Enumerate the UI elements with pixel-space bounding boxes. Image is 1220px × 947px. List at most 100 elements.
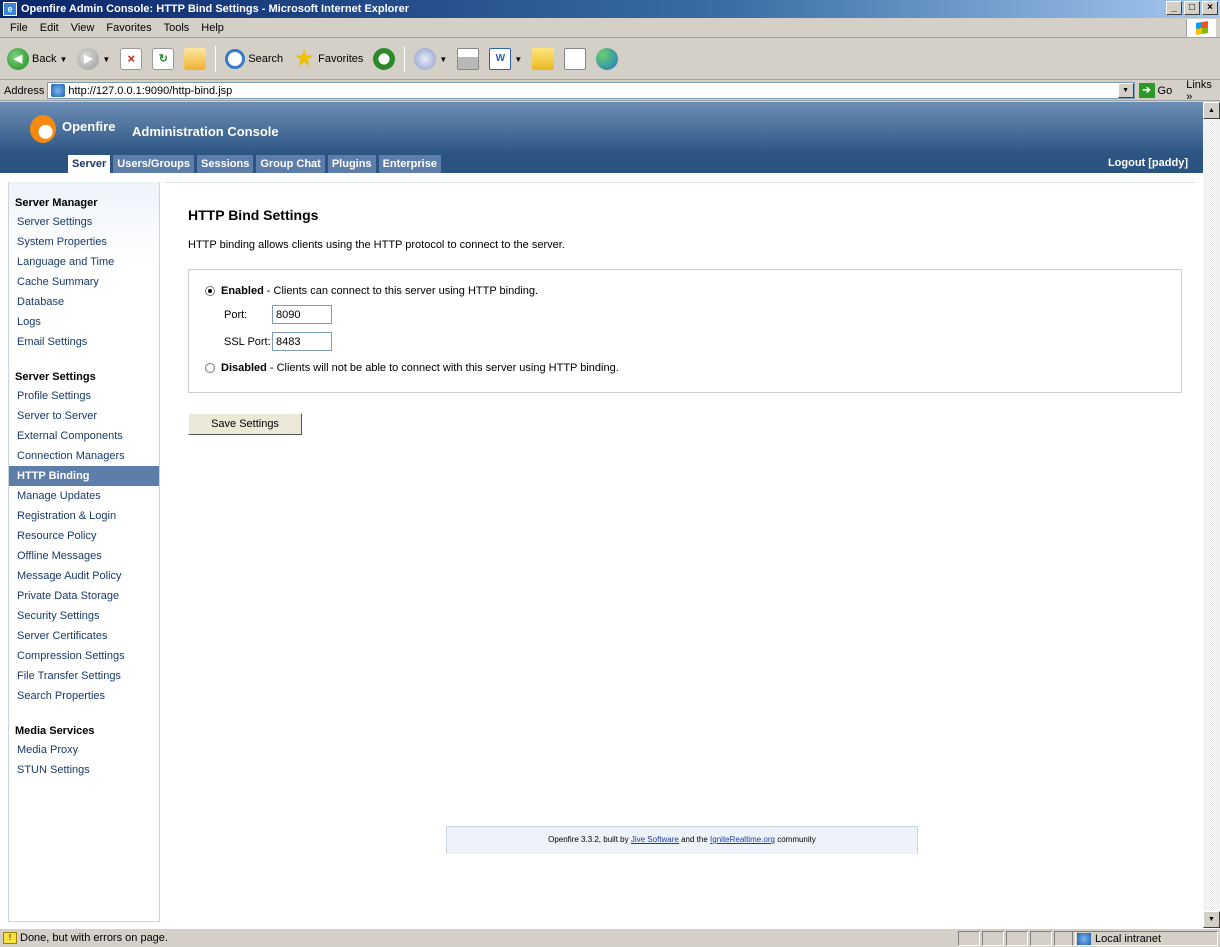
sidebar-item-compression-settings[interactable]: Compression Settings <box>9 646 159 666</box>
sidebar-item-stun-settings[interactable]: STUN Settings <box>9 760 159 780</box>
tab-enterprise[interactable]: Enterprise <box>378 155 441 173</box>
scroll-up-button[interactable]: ▲ <box>1203 102 1220 119</box>
sidebar-item-server-settings[interactable]: Server Settings <box>9 212 159 232</box>
jive-software-link[interactable]: Jive Software <box>631 835 679 844</box>
disabled-radio[interactable] <box>205 363 215 373</box>
home-button[interactable] <box>181 44 209 74</box>
favorites-button[interactable]: ★ Favorites <box>290 44 366 74</box>
tab-server[interactable]: Server <box>68 155 111 173</box>
ssl-port-field-row: SSL Port: <box>224 332 332 351</box>
warning-icon[interactable]: ! <box>3 932 17 944</box>
port-input[interactable] <box>272 305 332 324</box>
settings-panel: Enabled - Clients can connect to this se… <box>188 269 1182 393</box>
sidebar: Server Manager Server Settings System Pr… <box>8 182 160 922</box>
folder-icon <box>532 48 555 70</box>
menu-tools[interactable]: Tools <box>158 22 196 34</box>
back-button[interactable]: ◀ Back ▼ <box>4 44 70 74</box>
links-button[interactable]: Links » <box>1186 79 1220 103</box>
research-button[interactable] <box>561 44 589 74</box>
scroll-down-button[interactable]: ▼ <box>1203 911 1220 928</box>
forward-button[interactable]: ▶ ▼ <box>74 44 113 74</box>
go-label: Go <box>1157 84 1173 97</box>
sidebar-item-external-components[interactable]: External Components <box>9 426 159 446</box>
address-dropdown-button[interactable]: ▼ <box>1117 83 1134 98</box>
page-intro: HTTP binding allows clients using the HT… <box>188 239 565 251</box>
sidebar-item-profile-settings[interactable]: Profile Settings <box>9 386 159 406</box>
stop-button[interactable]: × <box>117 44 145 74</box>
maximize-button[interactable]: □ <box>1184 1 1200 15</box>
menu-file[interactable]: File <box>4 22 34 34</box>
page-icon <box>51 84 66 97</box>
dropdown-arrow-icon: ▼ <box>514 54 523 64</box>
refresh-button[interactable]: ↻ <box>149 44 177 74</box>
footer-middle: and the <box>681 835 708 844</box>
minimize-button[interactable]: _ <box>1166 1 1182 15</box>
mail-button[interactable]: ▼ <box>411 44 450 74</box>
menu-help[interactable]: Help <box>195 22 230 34</box>
print-button[interactable] <box>454 44 482 74</box>
toolbar-separator <box>215 46 217 72</box>
disabled-label: Disabled <box>221 362 267 374</box>
sidebar-item-message-audit-policy[interactable]: Message Audit Policy <box>9 566 159 586</box>
menu-edit[interactable]: Edit <box>34 22 65 34</box>
tab-sessions[interactable]: Sessions <box>197 155 254 173</box>
close-button[interactable]: × <box>1202 1 1218 15</box>
edit-button[interactable]: W ▼ <box>486 44 525 74</box>
sidebar-item-security-settings[interactable]: Security Settings <box>9 606 159 626</box>
sidebar-item-registration-login[interactable]: Registration & Login <box>9 506 159 526</box>
port-label: Port: <box>224 308 248 321</box>
ignite-realtime-link[interactable]: IgniteRealtime.org <box>710 835 775 844</box>
intranet-globe-icon <box>1077 932 1091 945</box>
tab-plugins[interactable]: Plugins <box>327 155 376 173</box>
dropdown-arrow-icon: ▼ <box>59 54 68 64</box>
search-label: Search <box>248 53 284 65</box>
sidebar-item-logs[interactable]: Logs <box>9 312 159 332</box>
status-cells <box>958 931 1076 946</box>
sidebar-item-media-proxy[interactable]: Media Proxy <box>9 740 159 760</box>
favorites-label: Favorites <box>318 53 364 65</box>
sidebar-item-server-certificates[interactable]: Server Certificates <box>9 626 159 646</box>
sidebar-item-email-settings[interactable]: Email Settings <box>9 332 159 352</box>
sidebar-section-title: Media Services <box>15 725 95 737</box>
ie-app-icon: e <box>3 2 17 16</box>
address-input[interactable]: http://127.0.0.1:9090/http-bind.jsp ▼ <box>47 82 1135 99</box>
page-title: HTTP Bind Settings <box>188 207 319 223</box>
sidebar-item-database[interactable]: Database <box>9 292 159 312</box>
menu-bar: File Edit View Favorites Tools Help <box>0 18 1220 38</box>
sidebar-item-cache-summary[interactable]: Cache Summary <box>9 272 159 292</box>
research-icon <box>564 48 587 70</box>
sidebar-item-file-transfer-settings[interactable]: File Transfer Settings <box>9 666 159 686</box>
search-button[interactable]: Search <box>222 44 286 74</box>
ssl-port-input[interactable] <box>272 332 332 351</box>
sidebar-item-system-properties[interactable]: System Properties <box>9 232 159 252</box>
enabled-option[interactable]: Enabled - Clients can connect to this se… <box>205 285 538 297</box>
history-button[interactable] <box>370 44 398 74</box>
sidebar-item-search-properties[interactable]: Search Properties <box>9 686 159 706</box>
sidebar-item-resource-policy[interactable]: Resource Policy <box>9 526 159 546</box>
browser-toolbar: ◀ Back ▼ ▶ ▼ × ↻ Search ★ Favorites ▼ W … <box>0 39 1220 80</box>
tab-group-chat[interactable]: Group Chat <box>256 155 325 173</box>
sidebar-item-offline-messages[interactable]: Offline Messages <box>9 546 159 566</box>
window-controls: _ □ × <box>1166 1 1218 15</box>
menu-view[interactable]: View <box>65 22 101 34</box>
vertical-scrollbar[interactable]: ▲ ▼ <box>1203 102 1220 928</box>
sidebar-item-language-time[interactable]: Language and Time <box>9 252 159 272</box>
disabled-description: - Clients will not be able to connect wi… <box>269 362 619 374</box>
sidebar-item-private-data-storage[interactable]: Private Data Storage <box>9 586 159 606</box>
sidebar-item-http-binding[interactable]: HTTP Binding <box>9 466 159 486</box>
disabled-option[interactable]: Disabled - Clients will not be able to c… <box>205 362 619 374</box>
browser-viewport: Openfire Administration Console Server U… <box>0 102 1203 928</box>
sidebar-item-manage-updates[interactable]: Manage Updates <box>9 486 159 506</box>
save-settings-button[interactable]: Save Settings <box>188 413 302 435</box>
messenger-button[interactable] <box>593 44 621 74</box>
tab-users-groups[interactable]: Users/Groups <box>113 155 195 173</box>
sidebar-item-connection-managers[interactable]: Connection Managers <box>9 446 159 466</box>
menu-favorites[interactable]: Favorites <box>100 22 157 34</box>
go-button[interactable]: ➔ Go <box>1138 83 1173 98</box>
enabled-radio[interactable] <box>205 286 215 296</box>
sidebar-item-server-to-server[interactable]: Server to Server <box>9 406 159 426</box>
console-title: Administration Console <box>132 124 279 139</box>
folder-button[interactable] <box>529 44 557 74</box>
logout-link[interactable]: Logout [paddy] <box>1108 157 1188 169</box>
forward-arrow-icon: ▶ <box>77 48 100 70</box>
